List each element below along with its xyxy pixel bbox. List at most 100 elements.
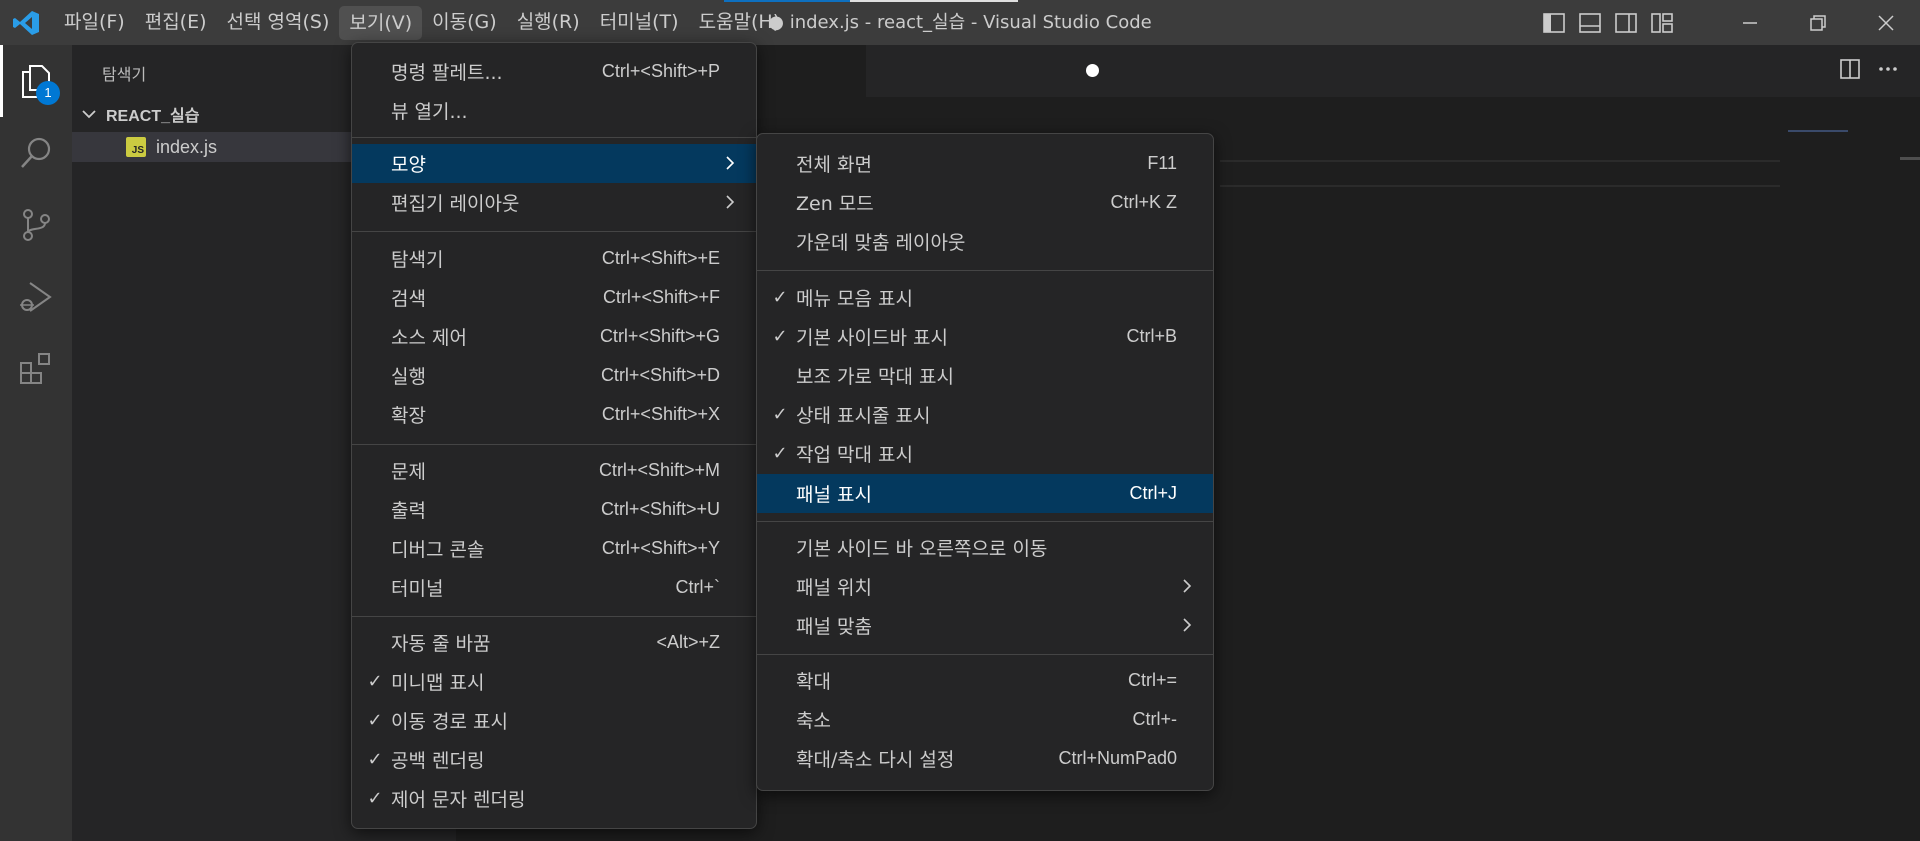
menu-item-panel-alignment[interactable]: 패널 맞춤 bbox=[757, 606, 1213, 645]
menu-item-zoom-out[interactable]: 축소 Ctrl+- bbox=[757, 700, 1213, 739]
chevron-down-icon bbox=[82, 110, 96, 119]
menu-separator bbox=[757, 521, 1213, 522]
activity-search[interactable] bbox=[0, 117, 72, 189]
activity-run-debug[interactable] bbox=[0, 261, 72, 333]
menu-item-debug-console[interactable]: 디버그 콘솔 Ctrl+<Shift>+Y bbox=[352, 529, 756, 568]
menu-item-show-primary-sidebar[interactable]: ✓ 기본 사이드바 표시 Ctrl+B bbox=[757, 317, 1213, 356]
minimize-icon bbox=[1743, 21, 1757, 24]
sidebar-title: 탐색기 bbox=[102, 65, 147, 84]
activity-extensions[interactable] bbox=[0, 333, 72, 405]
window-title: ● index.js - react_실습 - Visual Studio Co… bbox=[768, 12, 1152, 33]
menu-edit[interactable]: 편집(E) bbox=[135, 0, 217, 45]
unsaved-dot-icon[interactable] bbox=[1086, 64, 1099, 77]
editor-line-highlight bbox=[1220, 185, 1780, 187]
menu-item-render-whitespace[interactable]: ✓ 공백 렌더링 bbox=[352, 740, 756, 779]
toggle-primary-sidebar-button[interactable] bbox=[1540, 9, 1568, 37]
chevron-right-icon bbox=[726, 195, 735, 209]
menu-view[interactable]: 보기(V) bbox=[339, 6, 423, 40]
view-menu: 명령 팔레트... Ctrl+<Shift>+P 뷰 열기... 모양 편집기 레… bbox=[351, 42, 757, 829]
folder-name: REACT_실습 bbox=[106, 108, 200, 125]
close-window-button[interactable] bbox=[1852, 0, 1920, 45]
menu-separator bbox=[757, 270, 1213, 271]
check-icon: ✓ bbox=[367, 671, 383, 692]
menu-item-show-status-bar[interactable]: ✓ 상태 표시줄 표시 bbox=[757, 395, 1213, 434]
menu-item-zoom-in[interactable]: 확대 Ctrl+= bbox=[757, 661, 1213, 700]
menu-item-centered-layout[interactable]: 가운데 맞춤 레이아웃 bbox=[757, 222, 1213, 261]
menu-item-word-wrap[interactable]: 자동 줄 바꿈 <Alt>+Z bbox=[352, 623, 756, 662]
title-bar: 파일(F) 편집(E) 선택 영역(S) 보기(V) 이동(G) 실행(R) 터… bbox=[0, 0, 1920, 45]
check-icon: ✓ bbox=[772, 443, 788, 464]
menu-item-show-panel[interactable]: 패널 표시 Ctrl+J bbox=[757, 474, 1213, 513]
toggle-panel-button[interactable] bbox=[1576, 9, 1604, 37]
run-debug-icon bbox=[20, 282, 52, 312]
menu-item-run[interactable]: 실행 Ctrl+<Shift>+D bbox=[352, 356, 756, 395]
scrollbar-marker bbox=[1900, 157, 1920, 160]
menu-item-command-palette[interactable]: 명령 팔레트... Ctrl+<Shift>+P bbox=[352, 52, 756, 91]
menu-item-show-minimap[interactable]: ✓ 미니맵 표시 bbox=[352, 662, 756, 701]
menu-item-full-screen[interactable]: 전체 화면 F11 bbox=[757, 144, 1213, 183]
menu-item-show-secondary-sidebar[interactable]: 보조 가로 막대 표시 bbox=[757, 356, 1213, 395]
file-name: index.js bbox=[156, 136, 218, 157]
menu-separator bbox=[352, 444, 756, 445]
chevron-right-icon bbox=[1183, 579, 1192, 593]
menu-run[interactable]: 실행(R) bbox=[507, 0, 590, 45]
menu-item-zen-mode[interactable]: Zen 모드 Ctrl+K Z bbox=[757, 183, 1213, 222]
menu-item-terminal[interactable]: 터미널 Ctrl+` bbox=[352, 568, 756, 607]
menu-item-render-control-characters[interactable]: ✓ 제어 문자 렌더링 bbox=[352, 779, 756, 818]
minimize-button[interactable] bbox=[1716, 0, 1784, 45]
menu-item-panel-position[interactable]: 패널 위치 bbox=[757, 567, 1213, 606]
chevron-right-icon bbox=[726, 156, 735, 170]
restore-button[interactable] bbox=[1784, 0, 1852, 45]
menu-separator bbox=[757, 654, 1213, 655]
menu-item-source-control[interactable]: 소스 제어 Ctrl+<Shift>+G bbox=[352, 317, 756, 356]
editor-actions bbox=[1838, 57, 1900, 81]
menu-terminal[interactable]: 터미널(T) bbox=[590, 0, 689, 45]
menu-item-show-breadcrumbs[interactable]: ✓ 이동 경로 표시 bbox=[352, 701, 756, 740]
menu-item-move-sidebar-right[interactable]: 기본 사이드 바 오른쪽으로 이동 bbox=[757, 528, 1213, 567]
menu-separator bbox=[352, 231, 756, 232]
menu-item-show-menu-bar[interactable]: ✓ 메뉴 모음 표시 bbox=[757, 278, 1213, 317]
menu-item-show-activity-bar[interactable]: ✓ 작업 막대 표시 bbox=[757, 434, 1213, 473]
editor-scrollbar[interactable] bbox=[1900, 97, 1920, 841]
layout-sidebar-left-icon bbox=[1543, 12, 1565, 33]
menu-item-appearance[interactable]: 모양 bbox=[352, 144, 756, 183]
menu-item-explorer[interactable]: 탐색기 Ctrl+<Shift>+E bbox=[352, 239, 756, 278]
vscode-logo-icon bbox=[13, 11, 39, 35]
customize-layout-button[interactable] bbox=[1648, 9, 1676, 37]
menu-go[interactable]: 이동(G) bbox=[422, 0, 507, 45]
source-control-icon bbox=[23, 209, 50, 241]
menu-selection[interactable]: 선택 영역(S) bbox=[217, 0, 340, 45]
check-icon: ✓ bbox=[367, 710, 383, 731]
activity-source-control[interactable] bbox=[0, 189, 72, 261]
activity-explorer[interactable]: 1 bbox=[0, 45, 72, 117]
menu-item-open-view[interactable]: 뷰 열기... bbox=[352, 91, 756, 130]
menu-item-extensions[interactable]: 확장 Ctrl+<Shift>+X bbox=[352, 395, 756, 434]
search-icon bbox=[21, 137, 51, 168]
check-icon: ✓ bbox=[772, 326, 788, 347]
more-actions-icon[interactable] bbox=[1876, 57, 1900, 81]
menu-bar: 파일(F) 편집(E) 선택 영역(S) 보기(V) 이동(G) 실행(R) 터… bbox=[54, 0, 790, 45]
activity-bar: 1 bbox=[0, 45, 72, 841]
explorer-badge: 1 bbox=[36, 81, 60, 105]
split-editor-icon[interactable] bbox=[1838, 57, 1862, 81]
layout-panel-icon bbox=[1579, 12, 1601, 33]
layout-sidebar-right-icon bbox=[1615, 12, 1637, 33]
check-icon: ✓ bbox=[367, 788, 383, 809]
extensions-icon bbox=[20, 353, 50, 384]
check-icon: ✓ bbox=[367, 749, 383, 770]
restore-icon bbox=[1810, 14, 1826, 31]
check-icon: ✓ bbox=[772, 404, 788, 425]
menu-item-search[interactable]: 검색 Ctrl+<Shift>+F bbox=[352, 278, 756, 317]
menu-item-reset-zoom[interactable]: 확대/축소 다시 설정 Ctrl+NumPad0 bbox=[757, 739, 1213, 778]
title-bar-controls bbox=[1540, 0, 1920, 45]
menu-separator bbox=[352, 616, 756, 617]
editor-tab[interactable] bbox=[756, 45, 1099, 97]
menu-item-editor-layout[interactable]: 편집기 레이아웃 bbox=[352, 183, 756, 222]
menu-item-problems[interactable]: 문제 Ctrl+<Shift>+M bbox=[352, 451, 756, 490]
title-bar-accent bbox=[850, 0, 1018, 2]
toggle-secondary-sidebar-button[interactable] bbox=[1612, 9, 1640, 37]
minimap[interactable] bbox=[1788, 130, 1848, 132]
menu-item-output[interactable]: 출력 Ctrl+<Shift>+U bbox=[352, 490, 756, 529]
menu-file[interactable]: 파일(F) bbox=[54, 0, 135, 45]
js-file-icon: JS bbox=[126, 137, 146, 157]
